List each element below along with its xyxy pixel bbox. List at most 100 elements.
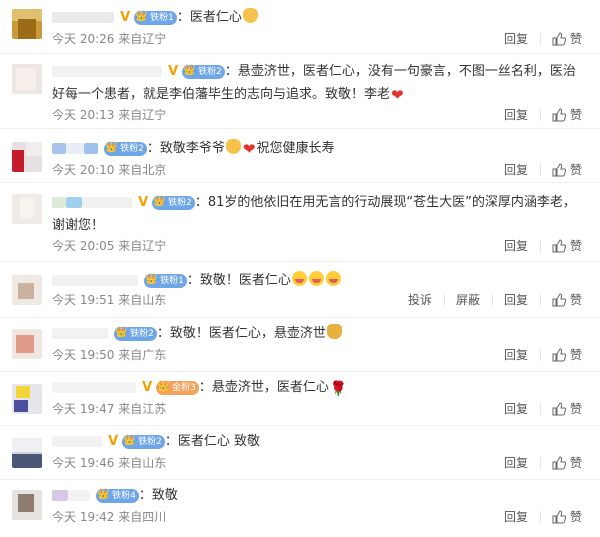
fan-badge[interactable]: 铁粉2 <box>104 141 147 156</box>
comment-location: 来自江苏 <box>118 402 167 416</box>
username[interactable] <box>52 376 136 399</box>
username[interactable] <box>52 60 162 83</box>
reply-button[interactable]: 回复 <box>492 345 540 365</box>
username[interactable] <box>52 484 90 507</box>
username[interactable] <box>52 269 138 292</box>
comment-actions: 回复 赞 <box>492 29 582 49</box>
avatar[interactable] <box>12 194 42 224</box>
comment-item: 铁粉2：致敬李爷爷 ❤祝您健康长寿 今天 20:10 来自北京 回复 赞 <box>0 129 600 183</box>
like-button[interactable]: 赞 <box>539 160 582 180</box>
comment-location: 来自山东 <box>118 293 167 307</box>
like-button[interactable]: 赞 <box>539 29 582 49</box>
thumbs-up-icon <box>552 348 566 362</box>
like-button[interactable]: 赞 <box>539 345 582 365</box>
like-label: 赞 <box>569 456 582 470</box>
avatar[interactable] <box>12 275 42 305</box>
like-button[interactable]: 赞 <box>539 105 582 125</box>
like-label: 赞 <box>569 163 582 177</box>
comment-content: 铁粉4：致敬 <box>52 484 584 507</box>
thumbs-up-icon <box>552 108 566 122</box>
thumbs-up-icon <box>552 510 566 524</box>
like-button[interactable]: 赞 <box>539 236 582 256</box>
comment-location: 来自辽宁 <box>118 108 167 122</box>
comment-location: 来自辽宁 <box>118 239 167 253</box>
verified-v-icon: V <box>120 9 131 25</box>
avatar[interactable] <box>12 490 42 520</box>
avatar[interactable] <box>12 142 42 172</box>
comment-meta: 今天 20:05 来自辽宁 <box>52 236 166 256</box>
comment-time: 今天 19:42 <box>52 510 115 524</box>
like-button[interactable]: 赞 <box>539 507 582 527</box>
comment-item: 铁粉2：致敬！医者仁心，悬壶济世 今天 19:50 来自广东 回复 赞 <box>0 318 600 372</box>
avatar[interactable] <box>12 384 42 414</box>
comment-meta: 今天 19:42 来自四川 <box>52 507 166 527</box>
reply-button[interactable]: 回复 <box>492 399 540 419</box>
reply-button[interactable]: 回复 <box>492 453 540 473</box>
thumbs-up-icon <box>552 32 566 46</box>
comment-actions: 回复 赞 <box>492 105 582 125</box>
username[interactable] <box>52 6 114 29</box>
reply-button[interactable]: 回复 <box>492 160 540 180</box>
comment-item: V铁粉2：悬壶济世，医者仁心，没有一句豪言，不图一丝名利，医治好每一个患者，就是… <box>0 54 600 129</box>
avatar[interactable] <box>12 64 42 94</box>
comment-item: V铁粉2：81岁的他依旧在用无言的行动展现“苍生大医”的深厚内涵李老，谢谢您！ … <box>0 183 600 262</box>
comment-location: 来自山东 <box>118 456 167 470</box>
comment-content: 铁粉2：致敬！医者仁心，悬壶济世 <box>52 322 584 345</box>
like-button[interactable]: 赞 <box>539 290 582 310</box>
username[interactable] <box>52 137 98 160</box>
clapping-hands-emoji-icon <box>242 8 258 23</box>
username[interactable] <box>52 430 102 453</box>
thumbs-up-icon <box>552 293 566 307</box>
verified-v-icon: V <box>138 194 149 210</box>
comment-actions: 回复 赞 <box>492 236 582 256</box>
comment-meta: 今天 20:13 来自辽宁 <box>52 105 166 125</box>
fan-badge[interactable]: 铁粉2 <box>152 195 195 210</box>
comment-actions: 回复 赞 <box>492 507 582 527</box>
reply-button[interactable]: 回复 <box>492 29 540 49</box>
comment-content: 铁粉2：致敬李爷爷 ❤祝您健康长寿 <box>52 137 584 160</box>
praying-hands-emoji-icon <box>326 324 342 339</box>
red-heart-emoji-icon: ❤ <box>391 86 404 104</box>
comment-item: V金粉3：悬壶济世，医者仁心🌹 今天 19:47 来自江苏 回复 赞 <box>0 372 600 426</box>
thumbs-up-icon <box>552 163 566 177</box>
fan-badge[interactable]: 铁粉1 <box>134 10 177 25</box>
thumbs-up-icon <box>552 402 566 416</box>
fan-badge[interactable]: 铁粉2 <box>182 64 225 79</box>
fan-badge[interactable]: 金粉3 <box>156 380 199 395</box>
like-label: 赞 <box>569 348 582 362</box>
comment-actions: 回复 赞 <box>492 453 582 473</box>
like-label: 赞 <box>569 32 582 46</box>
comment-meta: 今天 20:10 来自北京 <box>52 160 166 180</box>
reply-button[interactable]: 回复 <box>492 105 540 125</box>
fan-badge[interactable]: 铁粉2 <box>122 434 165 449</box>
reply-button[interactable]: 回复 <box>492 507 540 527</box>
comment-content: V铁粉2：医者仁心 致敬 <box>52 430 584 453</box>
thumbs-up-icon <box>552 456 566 470</box>
comment-text: ：医者仁心 致敬 <box>164 434 261 449</box>
comment-meta: 今天 19:51 来自山东 <box>52 290 166 310</box>
laughing-face-emoji-icon <box>291 271 307 286</box>
reply-button[interactable]: 回复 <box>491 290 540 310</box>
like-label: 赞 <box>569 293 582 307</box>
report-button[interactable]: 投诉 <box>396 290 444 310</box>
avatar[interactable] <box>12 438 42 468</box>
username[interactable] <box>52 322 108 345</box>
rose-emoji-icon: 🌹 <box>329 381 348 397</box>
block-button[interactable]: 屏蔽 <box>443 290 492 310</box>
avatar[interactable] <box>12 9 42 39</box>
fan-badge[interactable]: 铁粉2 <box>114 326 157 341</box>
reply-button[interactable]: 回复 <box>492 236 540 256</box>
fan-badge[interactable]: 铁粉4 <box>96 488 139 503</box>
comment-time: 今天 20:26 <box>52 32 115 46</box>
comment-content: V铁粉1：医者仁心 <box>52 6 584 29</box>
comment-time: 今天 20:05 <box>52 239 115 253</box>
like-button[interactable]: 赞 <box>539 399 582 419</box>
comment-time: 今天 19:51 <box>52 293 115 307</box>
like-button[interactable]: 赞 <box>539 453 582 473</box>
comment-content: 铁粉1：致敬！医者仁心 <box>52 269 584 292</box>
comment-actions: 回复 赞 <box>492 399 582 419</box>
username[interactable] <box>52 191 132 214</box>
avatar[interactable] <box>12 329 42 359</box>
comment-text-tail: 祝您健康长寿 <box>256 141 335 156</box>
fan-badge[interactable]: 铁粉1 <box>144 273 187 288</box>
